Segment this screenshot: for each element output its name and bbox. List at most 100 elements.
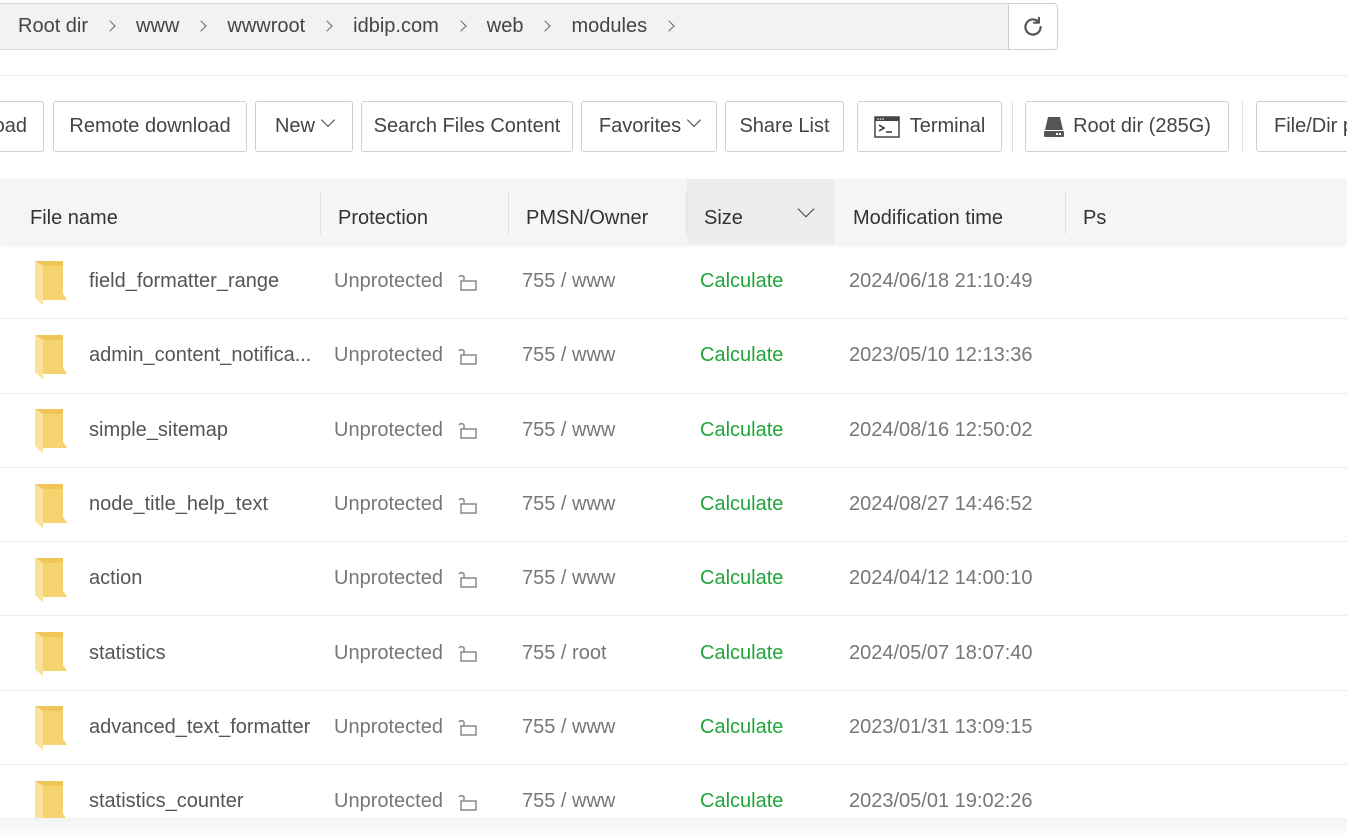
search-files-content-button[interactable]: Search Files Content (361, 101, 573, 152)
toolbar-separator (1242, 101, 1243, 152)
unlock-icon-cell[interactable] (456, 468, 478, 541)
favorites-dropdown-button[interactable]: Favorites (581, 101, 717, 152)
breadcrumb-item-wwwroot[interactable]: wwwroot (227, 15, 305, 38)
protection-status[interactable]: Unprotected (334, 542, 443, 615)
file-list: field_formatter_range Unprotected 755 / … (0, 245, 1347, 838)
file-name[interactable]: admin_content_notifica... (89, 319, 311, 392)
permission-owner[interactable]: 755 / www (522, 245, 615, 318)
chevron-right-icon (104, 19, 116, 32)
table-row[interactable]: admin_content_notifica... Unprotected 75… (0, 319, 1347, 394)
calculate-size-link[interactable]: Calculate (700, 616, 783, 689)
protection-status[interactable]: Unprotected (334, 245, 443, 318)
folder-icon (35, 334, 67, 379)
folder-icon-cell (33, 245, 69, 318)
column-header-size-label: Size (704, 207, 743, 229)
calculate-size-link[interactable]: Calculate (700, 468, 783, 541)
table-row[interactable]: action Unprotected 755 / www Calculate 2… (0, 542, 1347, 617)
unlock-icon-cell[interactable] (456, 542, 478, 615)
file-dir-label: File/Dir p (1274, 115, 1347, 137)
column-header-modification-time[interactable]: Modification time (853, 179, 1065, 244)
calculate-size-link[interactable]: Calculate (700, 394, 783, 467)
new-dropdown-button[interactable]: New (255, 101, 353, 152)
chevron-right-icon[interactable] (663, 19, 675, 32)
column-header-protection[interactable]: Protection (338, 179, 508, 244)
calculate-size-link[interactable]: Calculate (700, 245, 783, 318)
file-dir-permission-button[interactable]: File/Dir p (1256, 101, 1347, 152)
modification-time: 2024/06/18 21:10:49 (849, 270, 1033, 293)
terminal-button[interactable]: Terminal (857, 101, 1002, 152)
table-header: File name Protection PMSN/Owner Size Mod… (0, 179, 1347, 244)
terminal-icon (873, 115, 900, 138)
unlock-icon (458, 794, 477, 811)
unlock-icon-cell[interactable] (456, 394, 478, 467)
unlock-icon-cell[interactable] (456, 319, 478, 392)
folder-icon-cell (33, 691, 69, 764)
modification-time: 2024/08/16 12:50:02 (849, 418, 1033, 441)
root-dir-label: Root dir (285G) (1073, 115, 1211, 137)
disk-icon (1044, 116, 1065, 137)
file-name[interactable]: advanced_text_formatter (89, 691, 310, 764)
chevron-right-icon (321, 19, 333, 32)
table-row[interactable]: simple_sitemap Unprotected 755 / www Cal… (0, 394, 1347, 468)
column-divider (320, 192, 321, 234)
chevron-down-icon (687, 112, 702, 127)
table-row[interactable]: field_formatter_range Unprotected 755 / … (0, 245, 1347, 320)
file-name[interactable]: statistics (89, 616, 166, 689)
folder-icon (35, 409, 67, 454)
table-row[interactable]: statistics Unprotected 755 / root Calcul… (0, 616, 1347, 691)
permission-owner[interactable]: 755 / root (522, 616, 607, 689)
unlock-icon-cell[interactable] (456, 245, 478, 318)
breadcrumb-item-root[interactable]: Root dir (18, 15, 88, 38)
protection-status[interactable]: Unprotected (334, 468, 443, 541)
unlock-icon (458, 720, 477, 737)
refresh-button[interactable] (1008, 3, 1058, 50)
modification-time: 2024/05/07 18:07:40 (849, 641, 1033, 664)
share-list-label: Share List (739, 115, 830, 137)
chevron-right-icon (195, 19, 208, 32)
unlock-icon (458, 497, 477, 514)
divider (0, 75, 1347, 76)
folder-icon-cell (33, 319, 69, 392)
permission-owner[interactable]: 755 / www (522, 542, 615, 615)
breadcrumb-item-www[interactable]: www (136, 15, 179, 38)
protection-status[interactable]: Unprotected (334, 691, 443, 764)
permission-owner[interactable]: 755 / www (522, 468, 615, 541)
refresh-icon (1024, 16, 1042, 36)
table-row[interactable]: node_title_help_text Unprotected 755 / w… (0, 468, 1347, 543)
permission-owner[interactable]: 755 / www (522, 319, 615, 392)
calculate-size-link[interactable]: Calculate (700, 691, 783, 764)
protection-status[interactable]: Unprotected (334, 319, 443, 392)
unlock-icon (458, 571, 477, 588)
permission-owner[interactable]: 755 / www (522, 691, 615, 764)
calculate-size-link[interactable]: Calculate (700, 542, 783, 615)
file-name[interactable]: field_formatter_range (89, 245, 279, 318)
toolbar: oad Remote download New Search Files Con… (0, 101, 1347, 152)
column-header-size[interactable]: Size (687, 179, 834, 244)
breadcrumb-item-modules[interactable]: modules (571, 15, 647, 38)
column-header-owner[interactable]: PMSN/Owner (526, 179, 686, 244)
column-divider (1065, 192, 1066, 234)
root-dir-disk-button[interactable]: Root dir (285G) (1025, 101, 1229, 152)
upload-button[interactable]: oad (0, 101, 44, 152)
share-list-button[interactable]: Share List (725, 101, 844, 152)
file-name[interactable]: simple_sitemap (89, 394, 228, 467)
column-header-file-name[interactable]: File name (30, 179, 320, 244)
protection-status[interactable]: Unprotected (334, 394, 443, 467)
upload-button-label: oad (0, 115, 27, 137)
folder-icon (35, 483, 67, 528)
folder-icon-cell (33, 616, 69, 689)
file-name[interactable]: node_title_help_text (89, 468, 268, 541)
permission-owner[interactable]: 755 / www (522, 394, 615, 467)
unlock-icon (458, 348, 477, 365)
calculate-size-link[interactable]: Calculate (700, 319, 783, 392)
sort-chevron-down-icon[interactable] (797, 200, 815, 218)
protection-status[interactable]: Unprotected (334, 616, 443, 689)
remote-download-button[interactable]: Remote download (53, 101, 247, 152)
file-name[interactable]: action (89, 542, 142, 615)
breadcrumb-item-web[interactable]: web (487, 15, 524, 38)
column-header-ps[interactable]: Ps (1083, 179, 1283, 244)
breadcrumb-item-domain[interactable]: idbip.com (353, 15, 439, 38)
unlock-icon-cell[interactable] (456, 691, 478, 764)
table-row[interactable]: advanced_text_formatter Unprotected 755 … (0, 691, 1347, 766)
unlock-icon-cell[interactable] (456, 616, 478, 689)
